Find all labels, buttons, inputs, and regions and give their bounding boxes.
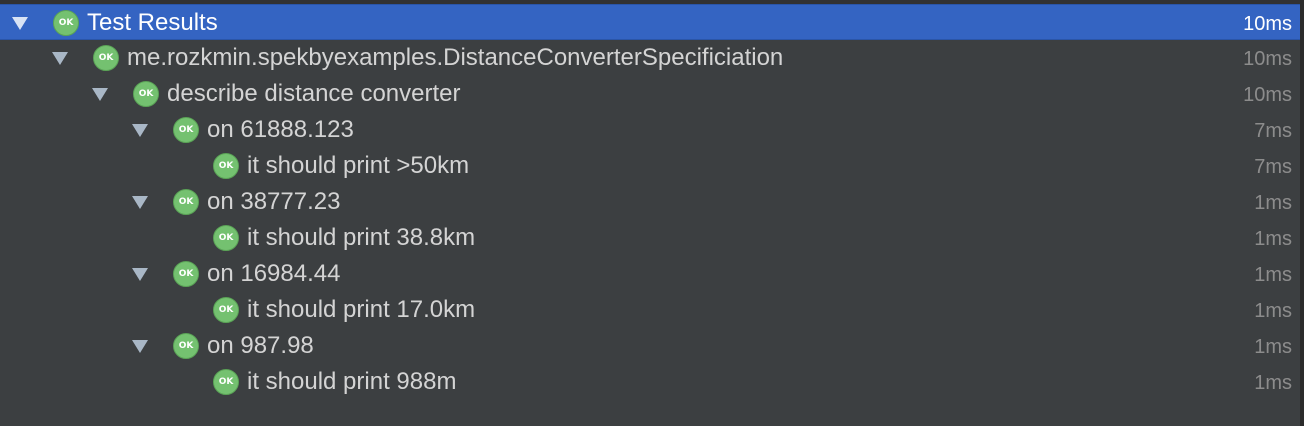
ok-status-icon: OK — [133, 81, 159, 107]
tree-row-duration: 7ms — [1254, 156, 1292, 178]
expand-arrow-icon[interactable] — [132, 196, 148, 209]
tree-row-test-results[interactable]: OK Test Results 10ms — [0, 4, 1300, 40]
ok-status-icon: OK — [213, 225, 239, 251]
tree-row-label: it should print >50km — [247, 152, 470, 179]
tree-row-label: it should print 38.8km — [247, 224, 476, 251]
expand-arrow-icon[interactable] — [132, 124, 148, 137]
tree-row-spec-class[interactable]: OK me.rozkmin.spekbyexamples.DistanceCon… — [0, 40, 1300, 76]
tree-row-duration: 1ms — [1254, 372, 1292, 394]
tree-row-duration: 10ms — [1243, 84, 1292, 106]
tree-row-duration: 1ms — [1254, 336, 1292, 358]
expand-arrow-icon[interactable] — [132, 340, 148, 353]
tree-row-duration: 1ms — [1254, 192, 1292, 214]
ok-status-icon: OK — [53, 10, 79, 36]
tree-row-on-61888[interactable]: OK on 61888.123 7ms — [0, 112, 1300, 148]
ok-status-icon: OK — [173, 261, 199, 287]
tree-row-on-38777[interactable]: OK on 38777.23 1ms — [0, 184, 1300, 220]
tree-row-duration: 7ms — [1254, 120, 1292, 142]
tree-row-label: on 38777.23 — [207, 188, 341, 215]
ok-status-icon: OK — [213, 153, 239, 179]
expand-arrow-icon[interactable] — [132, 268, 148, 281]
expand-arrow-icon[interactable] — [52, 52, 68, 65]
tree-row-test-50km[interactable]: OK it should print >50km 7ms — [0, 148, 1300, 184]
ok-status-icon: OK — [173, 333, 199, 359]
tree-row-duration: 10ms — [1243, 48, 1292, 70]
ok-status-icon: OK — [173, 117, 199, 143]
tree-row-describe[interactable]: OK describe distance converter 10ms — [0, 76, 1300, 112]
tree-row-test-17-0km[interactable]: OK it should print 17.0km 1ms — [0, 292, 1300, 328]
tree-row-label: it should print 17.0km — [247, 296, 476, 323]
test-results-tree: OK Test Results 10ms OK me.rozkmin.spekb… — [0, 4, 1300, 400]
tree-row-label: on 16984.44 — [207, 260, 341, 287]
ok-status-icon: OK — [213, 369, 239, 395]
tree-row-label: Test Results — [87, 9, 218, 36]
expand-arrow-icon[interactable] — [92, 88, 108, 101]
tree-row-duration: 1ms — [1254, 228, 1292, 250]
tree-row-test-38-8km[interactable]: OK it should print 38.8km 1ms — [0, 220, 1300, 256]
tree-row-on-987[interactable]: OK on 987.98 1ms — [0, 328, 1300, 364]
tree-row-label: on 987.98 — [207, 332, 314, 359]
tree-row-duration: 1ms — [1254, 264, 1292, 286]
tree-row-label: me.rozkmin.spekbyexamples.DistanceConver… — [127, 44, 784, 71]
tree-row-on-16984[interactable]: OK on 16984.44 1ms — [0, 256, 1300, 292]
tree-row-label: on 61888.123 — [207, 116, 354, 143]
ok-status-icon: OK — [93, 45, 119, 71]
tree-row-label: it should print 988m — [247, 368, 457, 395]
ok-status-icon: OK — [213, 297, 239, 323]
tree-row-label: describe distance converter — [167, 80, 461, 107]
expand-arrow-icon[interactable] — [12, 17, 28, 30]
tree-row-test-988m[interactable]: OK it should print 988m 1ms — [0, 364, 1300, 400]
tree-row-duration: 10ms — [1243, 13, 1292, 35]
scrollbar[interactable] — [1300, 0, 1304, 426]
tree-row-duration: 1ms — [1254, 300, 1292, 322]
ok-status-icon: OK — [173, 189, 199, 215]
